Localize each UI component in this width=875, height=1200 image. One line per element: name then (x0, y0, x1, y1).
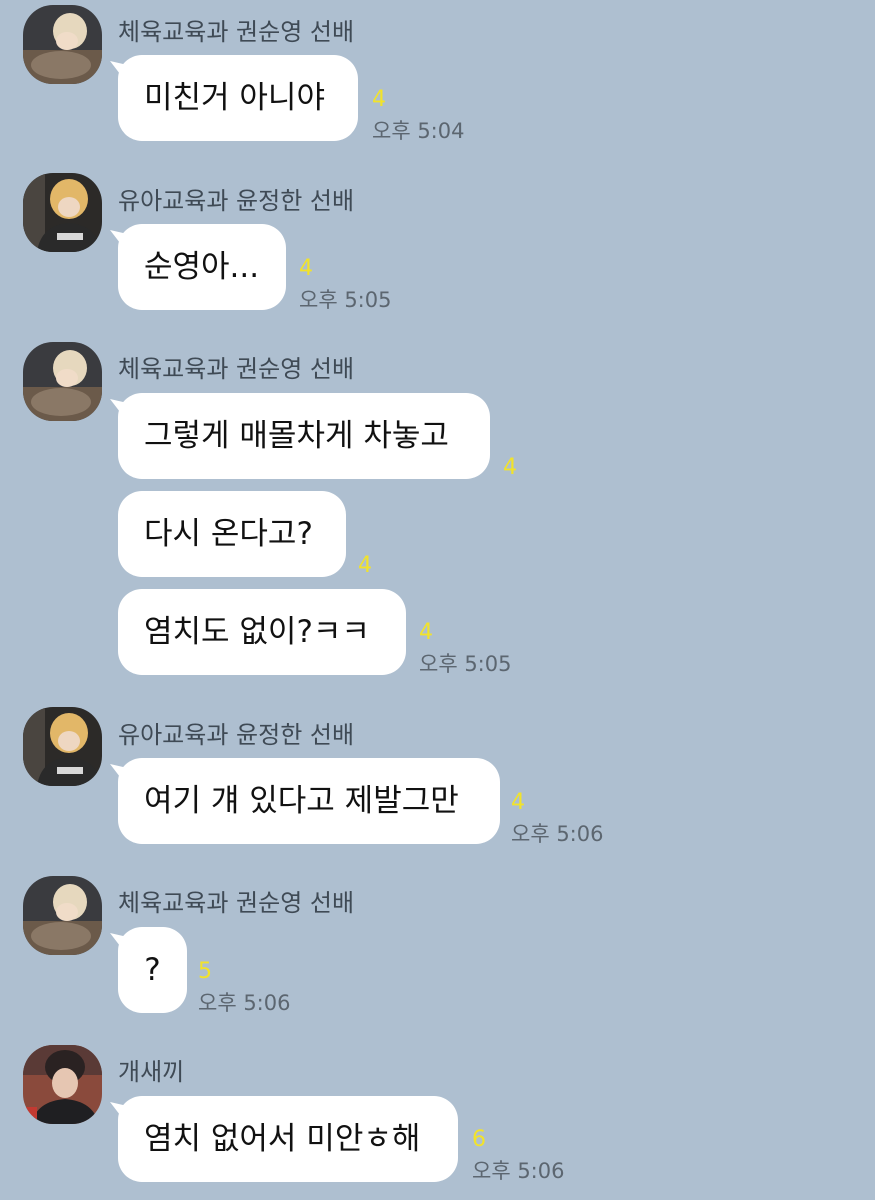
avatar-yoon[interactable] (23, 173, 102, 252)
message-bubble[interactable]: 염치 없어서 미안ㅎ해 (118, 1096, 458, 1182)
message-timestamp: 오후 5:05 (299, 288, 392, 312)
avatar-kwon[interactable] (23, 342, 102, 421)
message-bubble[interactable]: 순영아... (118, 224, 286, 310)
message-timestamp: 오후 5:04 (372, 119, 465, 143)
unread-count: 4 (419, 620, 433, 645)
sender-name: 체육교육과 권순영 선배 (118, 889, 355, 917)
unread-count: 4 (358, 553, 372, 578)
sender-name: 유아교육과 윤정한 선배 (118, 187, 355, 215)
message-bubble[interactable]: 염치도 없이?ㅋㅋ (118, 589, 406, 675)
sender-name: 체육교육과 권순영 선배 (118, 18, 355, 46)
message-timestamp: 오후 5:06 (472, 1159, 565, 1183)
unread-count: 4 (372, 87, 386, 112)
message-bubble[interactable]: 다시 온다고? (118, 491, 346, 577)
unread-count: 4 (503, 455, 517, 480)
avatar-kwon[interactable] (23, 876, 102, 955)
sender-name: 개새끼 (118, 1058, 185, 1086)
sender-name: 체육교육과 권순영 선배 (118, 355, 355, 383)
message-bubble[interactable]: 여기 걔 있다고 제발그만 (118, 758, 500, 844)
sender-name: 유아교육과 윤정한 선배 (118, 721, 355, 749)
avatar-yoon[interactable] (23, 707, 102, 786)
message-bubble[interactable]: 미친거 아니야 (118, 55, 358, 141)
message-timestamp: 오후 5:06 (198, 991, 291, 1015)
unread-count: 4 (299, 256, 313, 281)
message-bubble[interactable]: 그렇게 매몰차게 차놓고 (118, 393, 490, 479)
avatar-kwon[interactable] (23, 5, 102, 84)
unread-count: 5 (198, 959, 212, 984)
message-timestamp: 오후 5:06 (511, 822, 604, 846)
message-timestamp: 오후 5:05 (419, 652, 512, 676)
message-bubble[interactable]: ? (118, 927, 187, 1013)
unread-count: 6 (472, 1127, 486, 1152)
unread-count: 4 (511, 790, 525, 815)
avatar-dog[interactable] (23, 1045, 102, 1124)
